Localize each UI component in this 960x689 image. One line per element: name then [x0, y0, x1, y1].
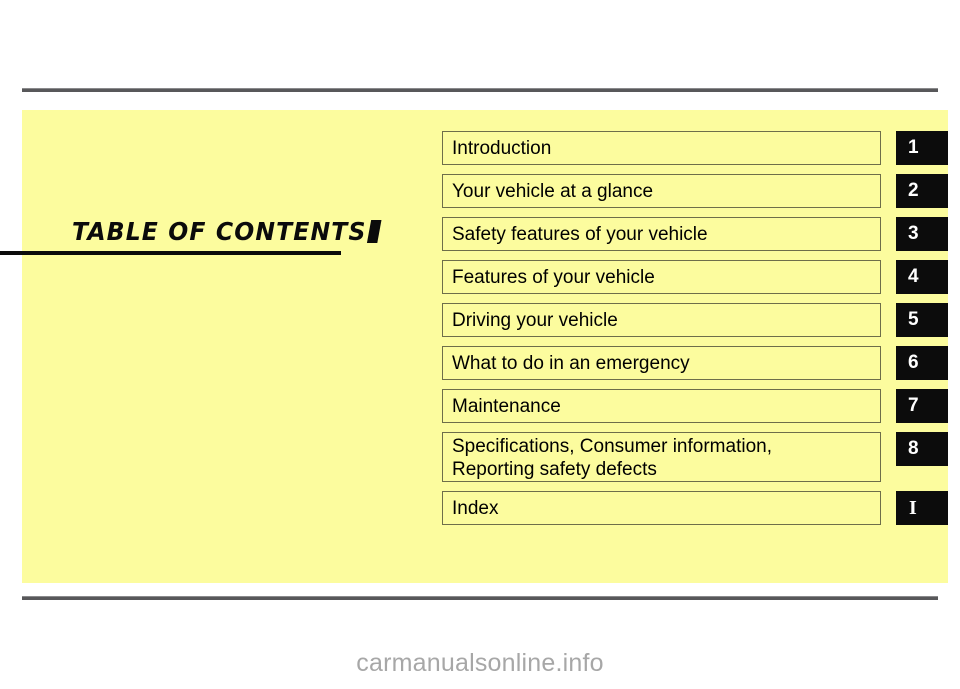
- toc-chapter-tab[interactable]: 7: [896, 389, 948, 423]
- toc-row: Index I: [442, 491, 948, 525]
- toc-entry-label-line1: Your vehicle at a glance: [452, 180, 654, 202]
- toc-row: Safety features of your vehicle 3: [442, 217, 948, 251]
- page-title: TABLE OF CONTENTS: [72, 217, 382, 246]
- page-title-block: TABLE OF CONTENTS: [0, 205, 382, 255]
- toc-chapter-tab-label: I: [909, 496, 917, 519]
- toc-row: Driving your vehicle 5: [442, 303, 948, 337]
- toc-chapter-tab[interactable]: 8: [896, 432, 948, 466]
- toc-entry-link[interactable]: Specifications, Consumer information, Rep…: [442, 432, 881, 482]
- toc-entry-link[interactable]: Features of your vehicle: [442, 260, 881, 294]
- toc-entry-label-line1: Driving your vehicle: [452, 309, 618, 331]
- toc-entry-label-line1: What to do in an emergency: [452, 352, 690, 374]
- toc-chapter-tab[interactable]: 4: [896, 260, 948, 294]
- toc-chapter-tab[interactable]: 2: [896, 174, 948, 208]
- toc-chapter-tab[interactable]: 6: [896, 346, 948, 380]
- top-divider-rule: [22, 88, 938, 92]
- toc-entry-label: Safety features of your vehicle: [452, 223, 708, 246]
- toc-entry-label: What to do in an emergency: [452, 352, 690, 375]
- toc-row: Maintenance 7: [442, 389, 948, 423]
- toc-entry-label-line1: Features of your vehicle: [452, 266, 655, 288]
- toc-entry-label: Specifications, Consumer information, Rep…: [452, 435, 772, 481]
- toc-entry-label-line1: Safety features of your vehicle: [452, 223, 708, 245]
- toc-entry-list: Introduction 1 Your vehicle at a glance 2 Sa…: [442, 131, 948, 534]
- toc-chapter-tab[interactable]: I: [896, 491, 948, 525]
- toc-entry-link[interactable]: Introduction: [442, 131, 881, 165]
- toc-entry-label: Driving your vehicle: [452, 309, 618, 332]
- toc-entry-link[interactable]: Maintenance: [442, 389, 881, 423]
- bottom-divider-rule: [22, 596, 938, 600]
- toc-entry-label-line2: Reporting safety defects: [452, 458, 657, 480]
- toc-chapter-tab-label: 5: [908, 309, 919, 330]
- toc-row: Your vehicle at a glance 2: [442, 174, 948, 208]
- toc-entry-link[interactable]: What to do in an emergency: [442, 346, 881, 380]
- toc-chapter-tab-label: 7: [908, 395, 919, 416]
- toc-chapter-tab-label: 4: [908, 266, 919, 287]
- toc-entry-label-line1: Maintenance: [452, 395, 561, 417]
- toc-chapter-tab-label: 2: [908, 180, 919, 201]
- toc-row: Features of your vehicle 4: [442, 260, 948, 294]
- toc-entry-link[interactable]: Your vehicle at a glance: [442, 174, 881, 208]
- page-title-text: TABLE OF CONTENTS: [72, 217, 367, 246]
- toc-entry-label-line1: Index: [452, 497, 499, 519]
- toc-chapter-tab-label: 6: [908, 352, 919, 373]
- toc-entry-label-line1: Introduction: [452, 137, 552, 159]
- toc-entry-label-line1: Specifications, Consumer information,: [452, 435, 772, 457]
- toc-row: Introduction 1: [442, 131, 948, 165]
- toc-entry-label: Your vehicle at a glance: [452, 180, 653, 203]
- toc-entry-label: Maintenance: [452, 395, 561, 418]
- toc-chapter-tab-label: 8: [908, 438, 919, 459]
- toc-entry-link[interactable]: Driving your vehicle: [442, 303, 881, 337]
- toc-entry-label: Features of your vehicle: [452, 266, 655, 289]
- title-underline: [0, 251, 341, 255]
- toc-chapter-tab-label: 3: [908, 223, 919, 244]
- toc-entry-link[interactable]: Index: [442, 491, 881, 525]
- toc-chapter-tab[interactable]: 3: [896, 217, 948, 251]
- toc-chapter-tab-label: 1: [908, 137, 919, 158]
- title-square-accent: [367, 220, 382, 243]
- toc-entry-link[interactable]: Safety features of your vehicle: [442, 217, 881, 251]
- toc-entry-label: Introduction: [452, 137, 551, 160]
- toc-chapter-tab[interactable]: 5: [896, 303, 948, 337]
- toc-row: What to do in an emergency 6: [442, 346, 948, 380]
- toc-row: Specifications, Consumer information, Rep…: [442, 432, 948, 482]
- toc-chapter-tab[interactable]: 1: [896, 131, 948, 165]
- site-watermark: carmanualsonline.info: [356, 649, 604, 677]
- toc-entry-label: Index: [452, 497, 498, 520]
